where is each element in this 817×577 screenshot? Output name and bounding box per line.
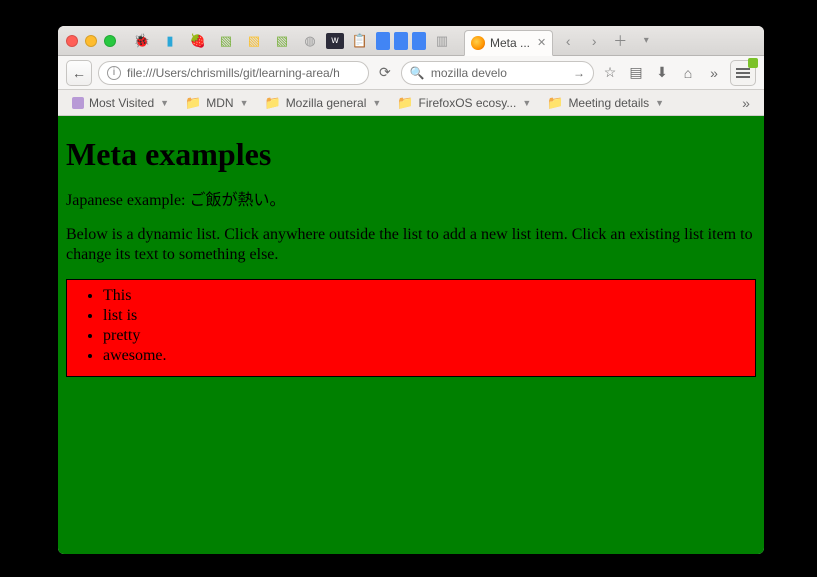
page-content[interactable]: Meta examples Japanese example: ご飯が熱い。 B… [58,116,764,554]
bookmark-folder-mozilla-general[interactable]: 📁 Mozilla general ▼ [259,93,388,113]
go-arrow-icon: → [573,66,585,80]
bookmark-label: Mozilla general [286,96,367,110]
search-placeholder: mozilla develo [431,66,507,80]
bookmarks-toolbar: Most Visited ▼ 📁 MDN ▼ 📁 Mozilla general… [58,90,764,116]
zoom-window-button[interactable] [104,35,116,47]
chevron-down-icon: ▼ [522,98,531,108]
update-badge-icon [748,58,758,68]
folder-icon: 📁 [265,95,281,111]
tab-title: Meta ... [490,36,530,50]
list-item[interactable]: This [103,286,747,306]
pinned-tab-icon[interactable] [394,32,408,50]
bookmark-label: MDN [206,96,233,110]
bookmark-label: Meeting details [568,96,649,110]
chevron-down-icon: ▼ [372,98,381,108]
overflow-button[interactable]: » [704,63,724,83]
chevron-down-icon: ▼ [655,98,664,108]
close-window-button[interactable] [66,35,78,47]
site-info-icon[interactable]: i [107,66,121,80]
new-tab-button[interactable]: ＋ [609,30,631,52]
search-box[interactable]: 🔍 mozilla develo → [401,61,594,85]
menu-button[interactable] [730,60,756,86]
pinned-tab-icon[interactable]: ▧ [242,31,266,51]
all-tabs-button[interactable]: ▾ [635,30,657,52]
list-item[interactable]: pretty [103,326,747,346]
pinned-tab-icon[interactable]: w [326,33,344,49]
downloads-button[interactable]: ⬇ [652,63,672,83]
folder-icon: 📁 [547,95,563,111]
home-button[interactable]: ⌂ [678,63,698,83]
page-heading: Meta examples [66,136,756,173]
instructions-text: Below is a dynamic list. Click anywhere … [66,225,756,265]
pinned-tabs: 🐞 ▮ 🍓 ▧ ▧ ▧ ◍ w 📋 ▥ [130,31,454,51]
pinned-tab-icon[interactable]: 📋 [348,31,372,51]
list-item[interactable]: awesome. [103,346,747,366]
folder-icon: 📁 [397,95,413,111]
bookmarks-overflow-button[interactable]: » [736,93,756,113]
pinned-tab-icon[interactable]: ◍ [298,31,322,51]
titlebar: 🐞 ▮ 🍓 ▧ ▧ ▧ ◍ w 📋 ▥ Meta ... ✕ ‹ › ＋ ▾ [58,26,764,56]
browser-window: 🐞 ▮ 🍓 ▧ ▧ ▧ ◍ w 📋 ▥ Meta ... ✕ ‹ › ＋ ▾ ← [58,26,764,554]
close-tab-icon[interactable]: ✕ [537,36,546,49]
arrow-left-icon: ← [72,65,86,81]
bookmark-label: FirefoxOS ecosy... [419,96,517,110]
window-controls [66,35,116,47]
dynamic-list: This list is pretty awesome. [75,286,747,366]
pinned-tab-icon[interactable]: ▧ [214,31,238,51]
bookmark-folder-mdn[interactable]: 📁 MDN ▼ [179,93,254,113]
chevron-down-icon: ▼ [160,98,169,108]
tab-scroll-left-button[interactable]: ‹ [557,30,579,52]
reload-icon: ⟳ [379,64,391,81]
folder-icon: 📁 [185,95,201,111]
pinned-tab-icon[interactable]: 🐞 [130,31,154,51]
pinned-tab-icon[interactable]: 🍓 [186,31,210,51]
active-tab[interactable]: Meta ... ✕ [464,30,553,56]
pinned-tab-icon[interactable]: ▥ [430,31,454,51]
navigation-toolbar: ← i file:///Users/chrismills/git/learnin… [58,56,764,90]
pinned-tab-icon[interactable] [412,32,426,50]
hamburger-icon [736,68,750,78]
pinned-tab-icon[interactable]: ▮ [158,31,182,51]
bookmark-folder-firefoxos[interactable]: 📁 FirefoxOS ecosy... ▼ [391,93,537,113]
minimize-window-button[interactable] [85,35,97,47]
reader-view-button[interactable]: ▤ [626,63,646,83]
search-icon: 🔍 [410,66,425,80]
address-bar[interactable]: i file:///Users/chrismills/git/learning-… [98,61,369,85]
bookmark-label: Most Visited [89,96,154,110]
bookmark-item-most-visited[interactable]: Most Visited ▼ [66,94,175,112]
firefox-favicon-icon [471,36,485,50]
bookmark-folder-meeting-details[interactable]: 📁 Meeting details ▼ [541,93,670,113]
url-text: file:///Users/chrismills/git/learning-ar… [127,66,340,80]
chevron-down-icon: ▼ [240,98,249,108]
back-button[interactable]: ← [66,60,92,86]
pinned-tab-icon[interactable]: ▧ [270,31,294,51]
japanese-example-text: Japanese example: ご飯が熱い。 [66,191,756,211]
reload-button[interactable]: ⟳ [375,63,395,83]
star-icon [72,97,84,109]
dynamic-list-box: This list is pretty awesome. [66,279,756,377]
tab-scroll-right-button[interactable]: › [583,30,605,52]
pinned-tab-icon[interactable] [376,32,390,50]
list-item[interactable]: list is [103,306,747,326]
bookmark-star-button[interactable]: ☆ [600,63,620,83]
